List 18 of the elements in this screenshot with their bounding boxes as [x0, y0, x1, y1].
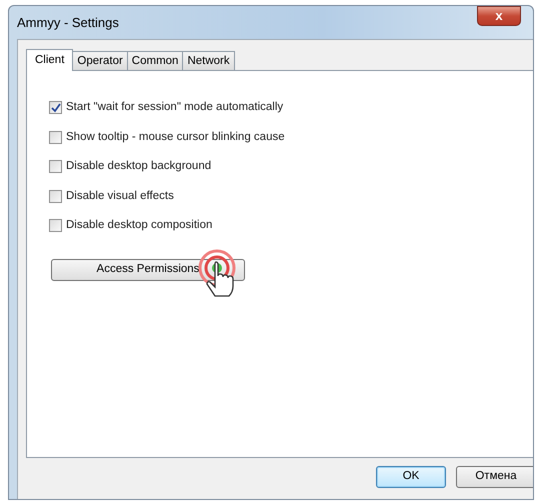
tab[interactable]: Operator	[72, 51, 128, 70]
checkbox-label: Disable desktop composition	[66, 218, 212, 234]
checkbox[interactable]	[49, 130, 62, 144]
window-title: Ammyy - Settings	[17, 14, 119, 32]
tab[interactable]: Client	[26, 49, 74, 71]
checkbox-label: Start "wait for session" mode automatically	[66, 100, 284, 116]
checkbox[interactable]	[49, 160, 62, 174]
checkbox[interactable]	[49, 101, 62, 114]
checkbox-label: Show tooltip - mouse cursor blinking cause	[66, 130, 285, 145]
tab[interactable]: Network	[182, 51, 235, 70]
checkbox-label: Disable desktop background	[66, 159, 212, 174]
tab[interactable]: Common	[126, 51, 184, 70]
cancel-button[interactable]: Отмена	[456, 466, 533, 488]
checkbox-label: Disable visual effects	[66, 188, 174, 204]
close-button[interactable]: x	[477, 6, 521, 26]
ok-button[interactable]: OK	[376, 466, 446, 488]
checkbox[interactable]	[49, 219, 62, 232]
checkbox[interactable]	[49, 190, 62, 203]
